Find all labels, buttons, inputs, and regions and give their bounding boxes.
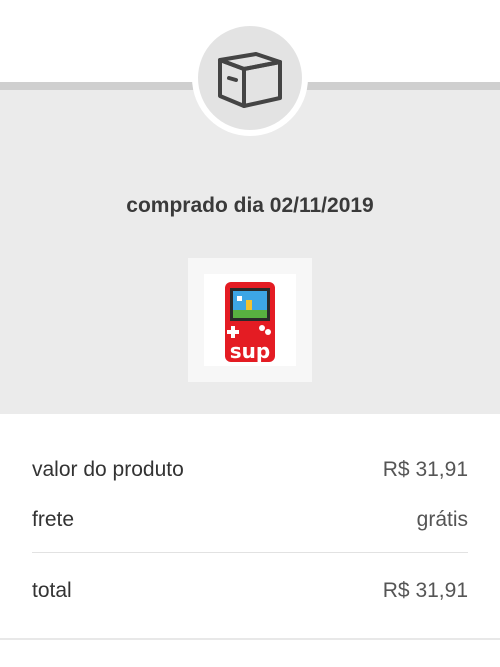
product-value-amount: R$ 31,91	[382, 458, 468, 481]
purchase-date: comprado dia 02/11/2019	[126, 194, 374, 217]
shipping-label: frete	[32, 508, 75, 531]
console-brand-text: sup	[230, 339, 270, 363]
bottom-divider	[0, 638, 500, 640]
shipping-value: grátis	[416, 508, 468, 531]
order-summary: valor do produto R$ 31,91 frete grátis t…	[0, 414, 500, 667]
total-amount: R$ 31,91	[382, 579, 468, 602]
handheld-console-image: sup	[225, 282, 275, 363]
box-icon-background	[198, 26, 302, 130]
product-thumbnail[interactable]: sup	[188, 258, 312, 382]
product-image: sup	[204, 274, 296, 366]
total-label: total	[32, 579, 72, 602]
shipping-row: frete grátis	[32, 508, 468, 532]
summary-divider	[32, 552, 468, 553]
product-value-label: valor do produto	[32, 458, 184, 481]
box-icon-badge	[192, 20, 308, 136]
box-icon	[218, 52, 282, 108]
total-row: total R$ 31,91	[32, 579, 468, 603]
product-value-row: valor do produto R$ 31,91	[32, 458, 468, 482]
